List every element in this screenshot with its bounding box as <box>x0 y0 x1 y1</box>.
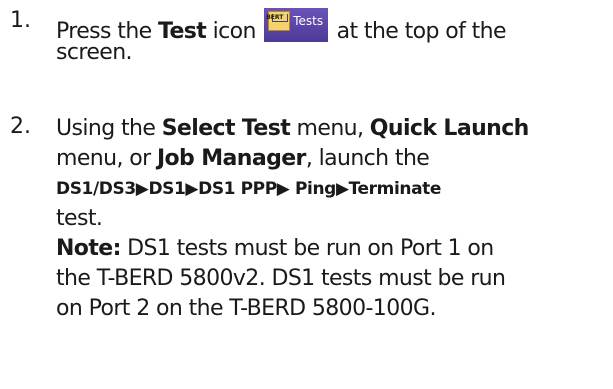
note-line: the T-BERD 5800v2. DS1 tests must be run <box>56 266 506 291</box>
text: Using the <box>56 116 162 141</box>
text: menu, <box>290 116 370 141</box>
step-line: Using the Select Test menu, Quick Launch <box>56 114 609 144</box>
bold-text: Select Test <box>161 116 291 141</box>
step-text: Press the Test icon BERT Tests at the top… <box>56 8 609 68</box>
test-path: DS1/DS3▶DS1▶DS1 PPP▶ Ping▶Terminate <box>56 179 442 199</box>
step-number: 2. <box>10 114 31 139</box>
text: at the top of the <box>330 19 507 44</box>
bold-text: Test <box>158 19 207 44</box>
tests-icon: BERT Tests <box>264 8 329 42</box>
note-label: Note: <box>56 236 121 261</box>
text: menu, or <box>56 146 157 171</box>
note-line: on Port 2 on the T-BERD 5800-100G. <box>56 296 436 321</box>
step-number: 1. <box>10 8 31 33</box>
text: DS1 tests must be run on Port 1 on <box>120 236 494 261</box>
note-line: Note: DS1 tests must be run on Port 1 on <box>56 234 609 264</box>
glyph-label: BERT <box>266 14 284 21</box>
text: , launch the <box>305 146 430 171</box>
bold-text: Job Manager <box>156 146 306 171</box>
step-line: Press the Test icon BERT Tests at the top… <box>56 8 609 44</box>
step-text: Using the Select Test menu, Quick Launch… <box>56 114 609 324</box>
text: icon <box>206 19 263 44</box>
icon-label: Tests <box>293 14 324 28</box>
step-line: menu, or Job Manager, launch the <box>56 144 609 174</box>
step-line: test. <box>56 206 103 231</box>
bold-text: Quick Launch <box>369 116 530 141</box>
